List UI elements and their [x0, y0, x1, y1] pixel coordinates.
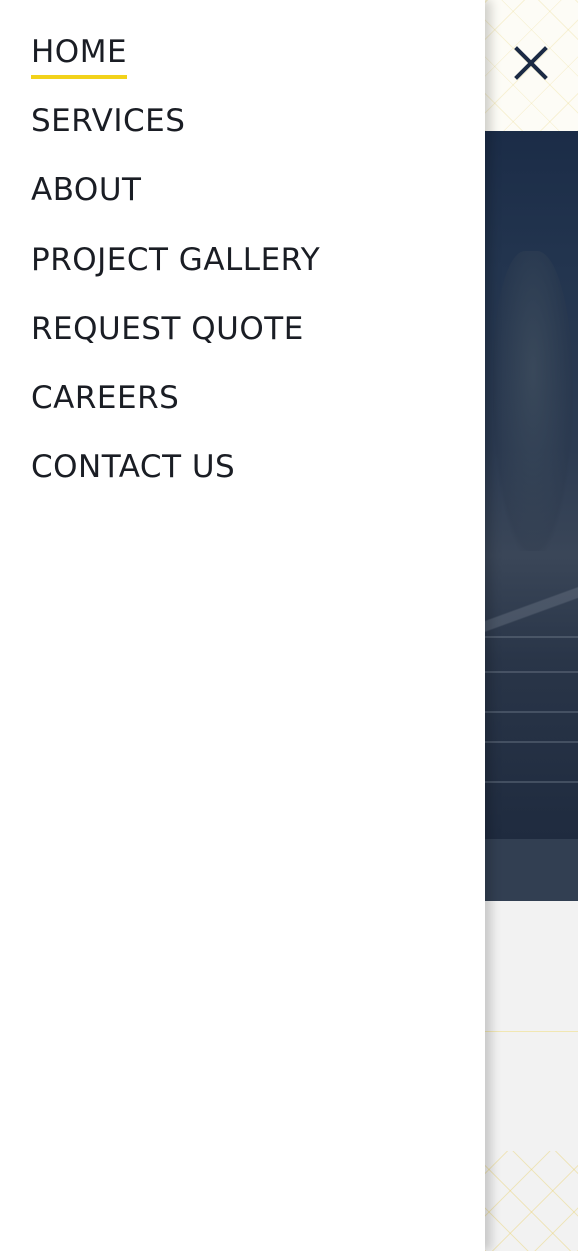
mobile-nav-drawer: HOME SERVICES ABOUT PROJECT GALLERY REQU… [0, 0, 485, 1251]
nav-item-careers: CAREERS [31, 378, 320, 447]
nav-link-request-quote[interactable]: REQUEST QUOTE [31, 309, 304, 356]
nav-item-about: ABOUT [31, 170, 320, 239]
nav-link-services[interactable]: SERVICES [31, 101, 185, 148]
footer-pattern [485, 1151, 578, 1251]
nav-link-careers[interactable]: CAREERS [31, 378, 179, 425]
nav-item-contact-us: CONTACT US [31, 447, 320, 516]
nav-item-request-quote: REQUEST QUOTE [31, 309, 320, 378]
nav-item-services: SERVICES [31, 101, 320, 170]
hero-band [485, 839, 578, 901]
background-page [485, 0, 578, 1251]
nav-item-project-gallery: PROJECT GALLERY [31, 240, 320, 309]
nav-item-home: HOME [31, 32, 320, 101]
nav-link-home[interactable]: HOME [31, 32, 128, 79]
content-section [485, 901, 578, 1251]
nav-link-project-gallery[interactable]: PROJECT GALLERY [31, 240, 320, 287]
nav-menu: HOME SERVICES ABOUT PROJECT GALLERY REQU… [31, 32, 320, 516]
nav-link-contact-us[interactable]: CONTACT US [31, 447, 235, 494]
close-icon [514, 46, 548, 80]
close-menu-button[interactable] [508, 40, 554, 86]
nav-link-about[interactable]: ABOUT [31, 170, 141, 217]
hero-image [485, 131, 578, 839]
